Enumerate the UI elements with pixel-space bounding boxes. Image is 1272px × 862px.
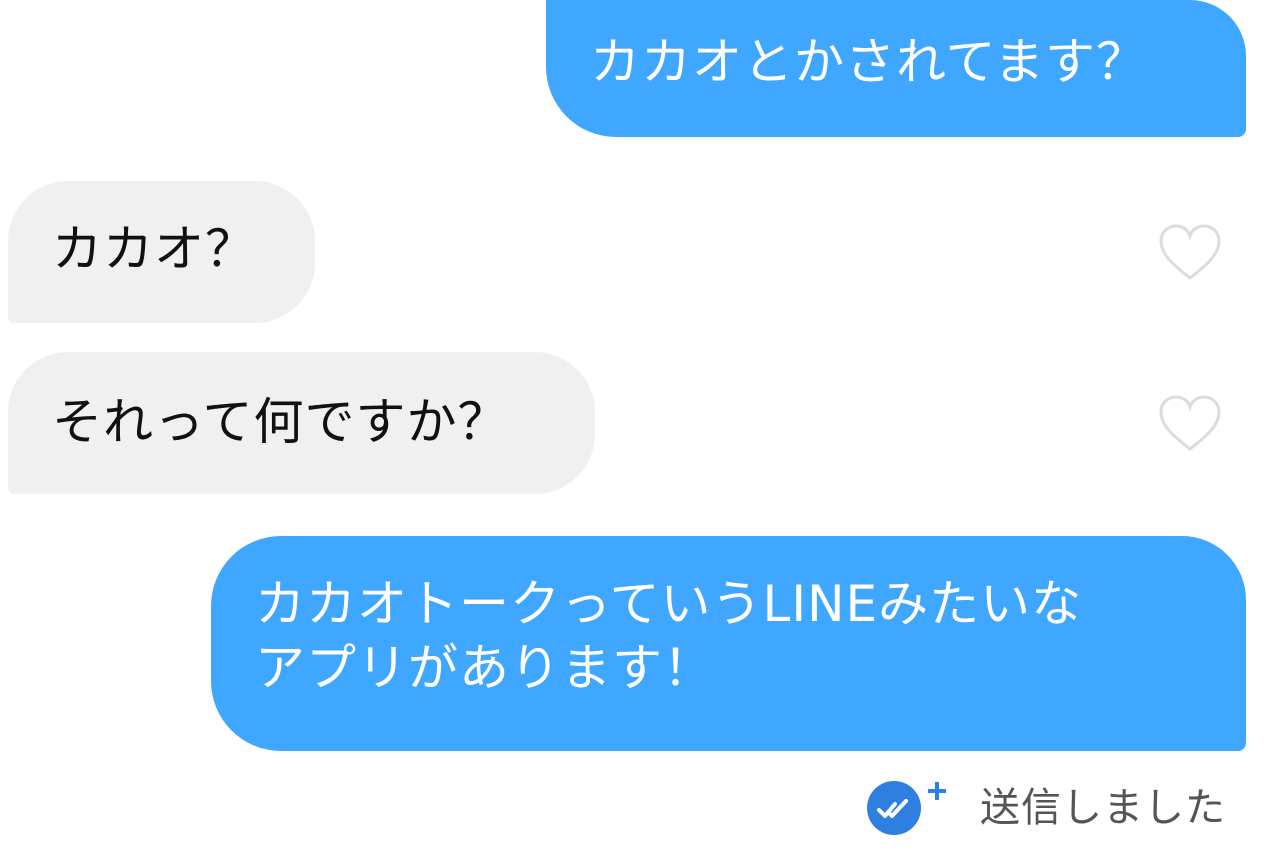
sent-message-bubble[interactable]: カカオとかされてます？	[546, 0, 1246, 137]
like-heart-icon[interactable]	[1158, 395, 1222, 453]
chat-thread: カカオとかされてます？ カカオ？ それって何ですか？ カカオトークっていうLIN…	[0, 0, 1272, 862]
plus-icon	[926, 780, 948, 802]
received-message-bubble[interactable]: カカオ？	[8, 181, 315, 323]
read-check-icon	[866, 780, 926, 836]
status-text: 送信しました	[980, 785, 1226, 831]
like-heart-icon[interactable]	[1158, 224, 1222, 282]
message-status: 送信しました	[866, 780, 1246, 840]
sent-message-bubble[interactable]: カカオトークっていうLINEみたいな アプリがあります！	[211, 536, 1246, 751]
received-message-bubble[interactable]: それって何ですか？	[8, 352, 595, 494]
